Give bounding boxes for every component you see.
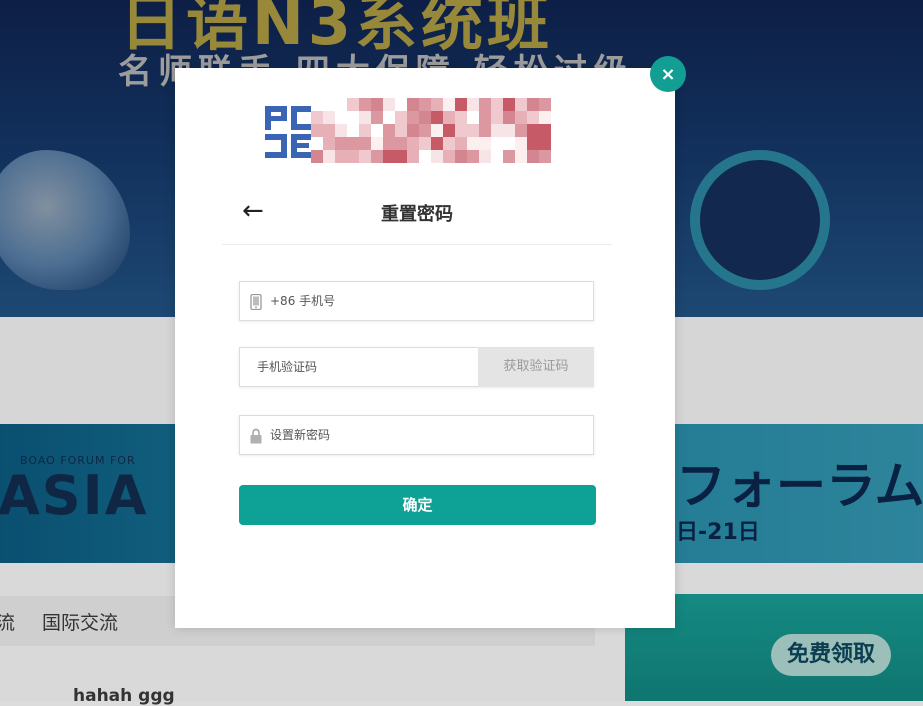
nav-item[interactable]: 流	[0, 608, 15, 635]
dialog-title: 重置密码	[381, 204, 453, 225]
new-password-input[interactable]	[270, 416, 570, 454]
phone-input[interactable]	[270, 282, 570, 320]
nav-item-international[interactable]: 国际交流	[42, 608, 118, 635]
confirm-button[interactable]: 确定	[239, 485, 596, 525]
phone-icon	[250, 294, 262, 310]
dialog-header: ← 重置密码	[222, 188, 612, 245]
close-icon[interactable]: ×	[650, 56, 686, 92]
user-name: hahah ggg	[73, 686, 175, 706]
new-password-field	[239, 415, 594, 455]
site-logo-text	[311, 98, 557, 163]
lock-icon	[250, 428, 262, 444]
reset-password-dialog: ← 重置密码 获取验证码 确定	[175, 68, 675, 628]
sms-code-input[interactable]	[257, 348, 477, 386]
site-logo-icon	[265, 106, 315, 158]
sms-code-field: 获取验证码	[239, 347, 594, 387]
get-code-button[interactable]: 获取验证码	[478, 347, 594, 387]
phone-field	[239, 281, 594, 321]
